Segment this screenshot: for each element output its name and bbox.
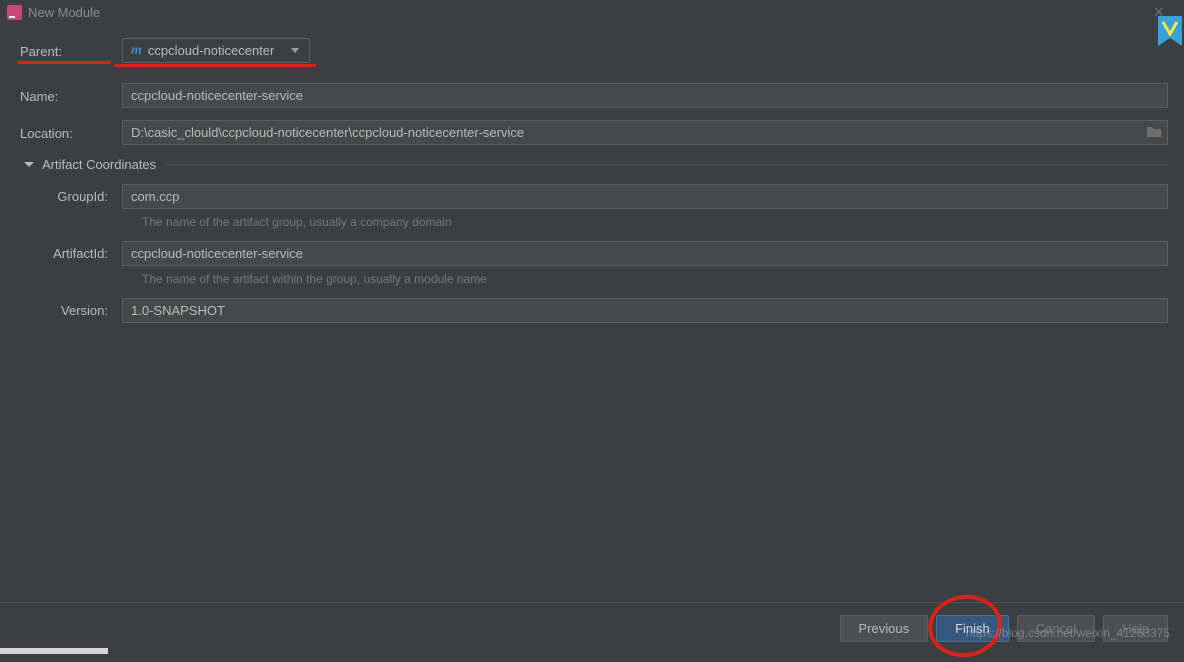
- version-label: Version:: [20, 303, 122, 318]
- window-title: New Module: [28, 5, 100, 20]
- divider: [166, 164, 1168, 165]
- version-row: Version:: [20, 298, 1168, 323]
- location-row: Location:: [20, 120, 1168, 145]
- browse-folder-icon[interactable]: [1146, 125, 1162, 141]
- expand-caret-icon: [24, 162, 34, 167]
- parent-dropdown[interactable]: m ccpcloud-noticecenter: [122, 38, 310, 63]
- chevron-down-icon: [291, 48, 299, 53]
- name-row: Name:: [20, 83, 1168, 108]
- parent-label: Parent:: [20, 42, 122, 59]
- location-input[interactable]: [122, 120, 1168, 145]
- groupid-input[interactable]: [122, 184, 1168, 209]
- artifactid-row: ArtifactId:: [20, 241, 1168, 266]
- form-content: Parent: m ccpcloud-noticecenter Name: Lo…: [0, 24, 1184, 323]
- artifact-coordinates-label: Artifact Coordinates: [42, 157, 156, 172]
- parent-row: Parent: m ccpcloud-noticecenter: [20, 38, 1168, 63]
- maven-icon: m: [131, 43, 142, 59]
- previous-button[interactable]: Previous: [840, 615, 929, 642]
- annotation-underline: [114, 64, 316, 67]
- groupid-hint: The name of the artifact group, usually …: [142, 215, 1168, 229]
- artifact-coordinates-toggle[interactable]: Artifact Coordinates: [20, 157, 1168, 172]
- artifactid-hint: The name of the artifact within the grou…: [142, 272, 1168, 286]
- watermark-text: https://blog.csdn.net/weixin_41263375: [966, 626, 1170, 640]
- title-bar: New Module: [0, 0, 1184, 24]
- bottom-strip: [0, 648, 108, 654]
- name-label: Name:: [20, 87, 122, 104]
- artifactid-label: ArtifactId:: [20, 246, 122, 261]
- parent-dropdown-text: ccpcloud-noticecenter: [148, 43, 279, 58]
- location-label: Location:: [20, 124, 122, 141]
- version-input[interactable]: [122, 298, 1168, 323]
- groupid-label: GroupId:: [20, 189, 122, 204]
- name-input[interactable]: [122, 83, 1168, 108]
- intellij-icon: [6, 4, 22, 20]
- artifactid-input[interactable]: [122, 241, 1168, 266]
- groupid-row: GroupId:: [20, 184, 1168, 209]
- annotation-underline: [17, 61, 111, 64]
